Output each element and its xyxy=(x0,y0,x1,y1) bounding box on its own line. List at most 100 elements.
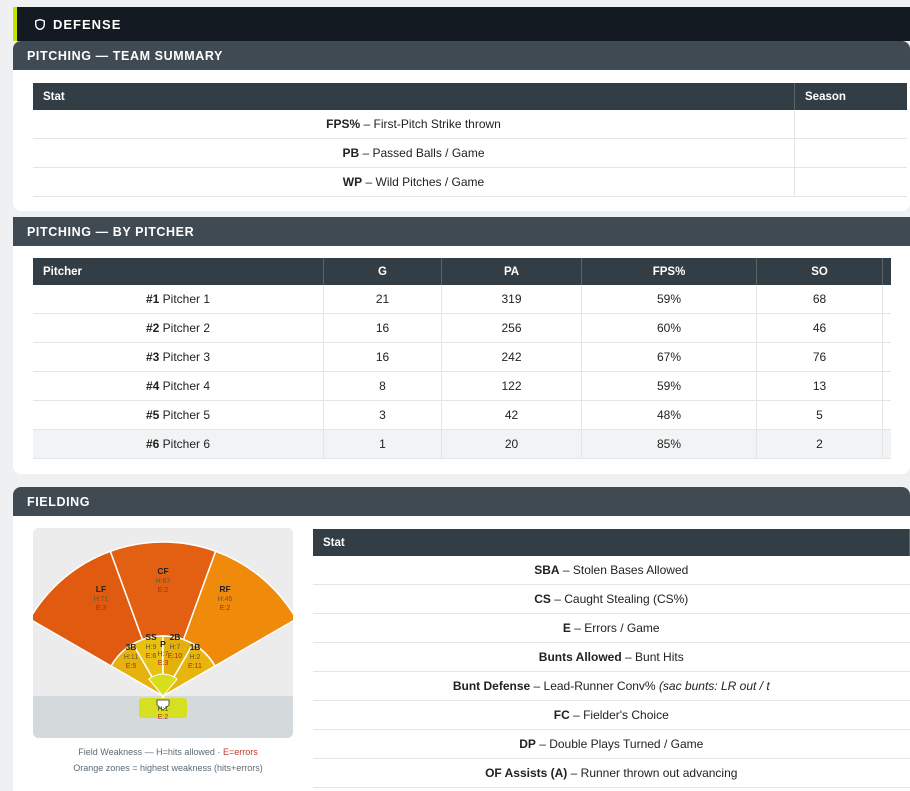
fielding-stat-cell: SBA – Stolen Bases Allowed xyxy=(313,556,910,585)
field-legend-line2: Orange zones = highest weakness (hits+er… xyxy=(73,763,263,773)
fielding-stat-cell: Bunts Allowed – Bunt Hits xyxy=(313,642,910,672)
shield-icon xyxy=(35,18,45,30)
column-header-stat[interactable]: Stat xyxy=(33,83,795,110)
field-cf-errors: E:2 xyxy=(158,587,169,594)
pitcher-fps-cell: 59% xyxy=(581,285,757,314)
overflow-cell xyxy=(882,342,891,372)
field-ss-label: SS xyxy=(145,632,157,642)
field-lf-label: LF xyxy=(96,584,106,594)
field-3b-label: 3B xyxy=(126,642,137,652)
stat-abbr: CS xyxy=(534,592,551,606)
column-header-season[interactable]: Season xyxy=(794,83,907,110)
pitcher-fps-cell: 67% xyxy=(581,342,757,372)
stat-cell: FPS% – First-Pitch Strike thrown xyxy=(33,110,795,139)
stat-cell: WP – Wild Pitches / Game xyxy=(33,167,795,197)
by-pitcher-card: PITCHING — BY PITCHER Pitcher G PA FPS% … xyxy=(13,217,910,474)
field-2b-errors: E:10 xyxy=(168,653,183,660)
column-header-so[interactable]: SO xyxy=(756,258,883,285)
pitcher-name: Pitcher 4 xyxy=(162,379,211,393)
table-row: E – Errors / Game xyxy=(313,613,910,643)
table-row: FPS% – First-Pitch Strike thrown xyxy=(33,110,907,139)
pitcher-cell: #4 Pitcher 4 xyxy=(33,371,324,401)
column-header-g[interactable]: G xyxy=(323,258,442,285)
pitcher-so-cell: 13 xyxy=(756,371,883,401)
stat-abbr: E xyxy=(562,621,571,635)
field-3b-hits: H:11 xyxy=(124,654,138,661)
table-row: Bunts Allowed – Bunt Hits xyxy=(313,642,910,672)
pitcher-cell: #3 Pitcher 3 xyxy=(33,342,324,372)
fielding-title: FIELDING xyxy=(13,487,910,516)
pitcher-name: Pitcher 1 xyxy=(162,292,211,306)
table-row: WP – Wild Pitches / Game xyxy=(33,167,907,197)
pitcher-name: Pitcher 5 xyxy=(162,408,211,422)
stat-abbr: OF Assists (A) xyxy=(485,766,568,780)
by-pitcher-table: Pitcher G PA FPS% SO #1 Pitcher 1 21 319 59… xyxy=(33,258,891,459)
field-weakness-diagram: LF H:71 E:3 CF H:67 E:2 RF H:45 E:2 3B H:11 E:5 SS H:… xyxy=(33,528,293,738)
field-cf-label: CF xyxy=(157,566,168,576)
defense-header-bar: DEFENSE xyxy=(13,7,910,41)
column-header-fps[interactable]: FPS% xyxy=(581,258,757,285)
legend-errors-text: E=errors xyxy=(222,747,258,757)
field-rf-errors: E:2 xyxy=(220,605,231,612)
table-row: #1 Pitcher 1 21 319 59% 68 xyxy=(33,285,891,314)
field-ss-errors: E:6 xyxy=(146,653,157,660)
field-ss-hits: H:9 xyxy=(146,644,157,651)
stat-desc: – Stolen Bases Allowed xyxy=(562,563,689,577)
stat-abbr: FC xyxy=(553,708,570,722)
pitcher-pa-cell: 42 xyxy=(441,400,582,430)
season-cell xyxy=(794,110,907,139)
column-header-fielding-stat[interactable]: Stat xyxy=(313,529,910,556)
team-summary-table: Stat Season FPS% – First-Pitch Strike th… xyxy=(33,83,907,197)
overflow-cell xyxy=(882,400,891,430)
pitcher-fps-cell: 85% xyxy=(581,429,757,459)
pitcher-pa-cell: 319 xyxy=(441,285,582,314)
pitcher-pa-cell: 256 xyxy=(441,313,582,343)
table-row: #3 Pitcher 3 16 242 67% 76 xyxy=(33,342,891,372)
pitcher-name: Pitcher 2 xyxy=(162,321,211,335)
column-header-pitcher[interactable]: Pitcher xyxy=(33,258,324,285)
team-summary-card: PITCHING — TEAM SUMMARY Stat Season FPS%… xyxy=(13,41,910,211)
overflow-cell xyxy=(882,429,891,459)
field-p-errors: E:3 xyxy=(158,660,169,667)
fielding-table: Stat SBA – Stolen Bases Allowed CS – Caug… xyxy=(313,529,910,788)
column-header-pa[interactable]: PA xyxy=(441,258,582,285)
pitcher-g-cell: 3 xyxy=(323,400,442,430)
fielding-stat-cell: E – Errors / Game xyxy=(313,613,910,643)
fielding-card: FIELDING LF H:71 E:3 CF H:67 E:2 RF H:45 E:2 3B H:… xyxy=(13,487,910,791)
stat-desc: – Wild Pitches / Game xyxy=(365,175,485,189)
pitcher-number: #4 xyxy=(145,379,160,393)
table-row: #4 Pitcher 4 8 122 59% 13 xyxy=(33,371,891,401)
fielding-stat-cell: CS – Caught Stealing (CS%) xyxy=(313,584,910,614)
by-pitcher-title: PITCHING — BY PITCHER xyxy=(13,217,910,246)
stat-abbr: PB xyxy=(342,146,360,160)
field-diagram-svg: LF H:71 E:3 CF H:67 E:2 RF H:45 E:2 3B H:11 E:5 SS H:… xyxy=(33,528,293,738)
stat-desc: – First-Pitch Strike thrown xyxy=(363,117,501,131)
season-cell xyxy=(794,138,907,168)
pitcher-g-cell: 1 xyxy=(323,429,442,459)
stat-cell: PB – Passed Balls / Game xyxy=(33,138,795,168)
field-rf-hits: H:45 xyxy=(218,596,233,603)
field-1b-errors: E:11 xyxy=(188,663,202,670)
table-row: PB – Passed Balls / Game xyxy=(33,138,907,168)
fielding-stat-cell: DP – Double Plays Turned / Game xyxy=(313,729,910,759)
stat-desc: – Passed Balls / Game xyxy=(362,146,485,160)
pitcher-name: Pitcher 6 xyxy=(162,437,211,451)
stat-abbr: WP xyxy=(342,175,363,189)
stat-desc: – Double Plays Turned / Game xyxy=(539,737,704,751)
field-legend-line1: Field Weakness — H=hits allowed · E=erro… xyxy=(33,747,303,757)
team-summary-title: PITCHING — TEAM SUMMARY xyxy=(13,41,910,70)
field-1b-hits: H:2 xyxy=(190,654,201,661)
stat-abbr: SBA xyxy=(534,563,560,577)
pitcher-number: #5 xyxy=(145,408,160,422)
pitcher-fps-cell: 60% xyxy=(581,313,757,343)
table-row: CS – Caught Stealing (CS%) xyxy=(313,584,910,614)
field-p-hits: H:7 xyxy=(158,651,169,658)
pitcher-cell: #2 Pitcher 2 xyxy=(33,313,324,343)
pitcher-number: #6 xyxy=(145,437,160,451)
field-2b-label: 2B xyxy=(170,632,181,642)
fielding-stat-cell: OF Assists (A) – Runner thrown out advan… xyxy=(313,758,910,788)
table-row: #5 Pitcher 5 3 42 48% 5 xyxy=(33,400,891,430)
pitcher-so-cell: 68 xyxy=(756,285,883,314)
field-1b-label: 1B xyxy=(190,642,201,652)
field-2b-hits: H:7 xyxy=(170,644,181,651)
